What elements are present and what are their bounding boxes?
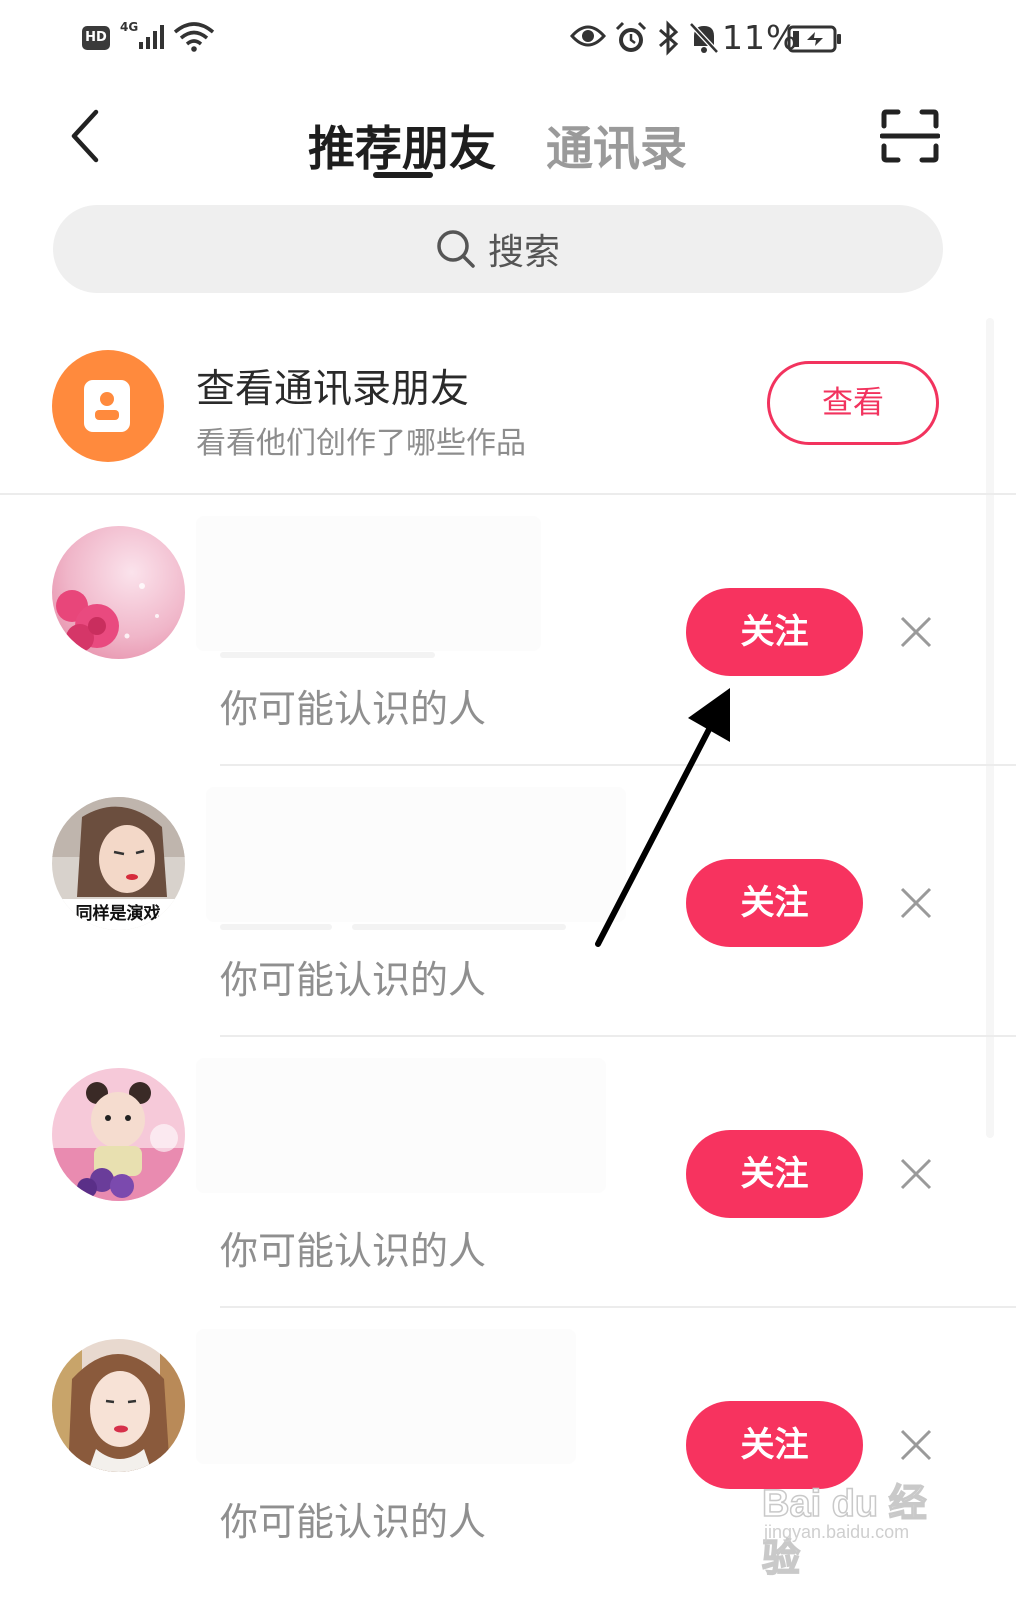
search-placeholder: 搜索 (487, 232, 560, 273)
divider (220, 1306, 1016, 1308)
avatar[interactable] (52, 526, 185, 659)
avatar-caption: 同样是演戏 (76, 903, 161, 924)
view-contacts-button[interactable]: 查看 (767, 361, 939, 445)
mute-bell-icon (689, 22, 719, 54)
search-inner: 搜索 (53, 205, 943, 293)
search-icon (437, 230, 475, 268)
suggestion-reason: 你可能认识的人 (220, 687, 487, 731)
contacts-title: 查看通讯录朋友 (196, 367, 470, 412)
chevron-left-icon[interactable] (62, 106, 112, 166)
contacts-subtitle: 看看他们创作了哪些作品 (196, 426, 526, 461)
follow-button[interactable]: 关注 (686, 1130, 863, 1218)
network-type-label: 4G (120, 20, 139, 34)
close-icon[interactable] (898, 1156, 934, 1192)
close-icon[interactable] (898, 885, 934, 921)
list-item[interactable]: 你可能认识的人 关注 (0, 1038, 1016, 1308)
avatar[interactable] (52, 1068, 185, 1201)
avatar[interactable]: 同样是演戏 (52, 797, 185, 930)
list-item[interactable]: 同样是演戏 你可能认识的人 关注 (0, 767, 1016, 1037)
wifi-icon (173, 22, 215, 52)
contact-book-icon (52, 350, 164, 462)
follow-button[interactable]: 关注 (686, 859, 863, 947)
avatar[interactable] (52, 1339, 185, 1472)
tab-recommended-friends[interactable]: 推荐朋友 (308, 110, 496, 179)
suggestion-reason: 你可能认识的人 (220, 1500, 487, 1544)
search-input[interactable]: 搜索 (53, 205, 943, 293)
scan-frame-icon[interactable] (880, 108, 940, 164)
username-redacted (196, 516, 541, 651)
follow-button[interactable]: 关注 (686, 588, 863, 676)
redaction-bar (352, 924, 566, 930)
status-bar: HD 4G 11% (0, 0, 1016, 80)
eye-icon (570, 25, 606, 47)
list-item[interactable]: 你可能认识的人 关注 (0, 496, 1016, 766)
tab-contacts[interactable]: 通讯录 (546, 110, 687, 179)
close-icon[interactable] (898, 614, 934, 650)
active-tab-indicator (373, 172, 433, 178)
battery-charging-icon (787, 25, 841, 53)
divider (220, 1035, 1016, 1037)
baidu-watermark-logo: Bai du 经验 jingyan.baidu.com (761, 1464, 962, 1581)
redaction-bar (220, 924, 332, 930)
username-redacted (196, 1058, 606, 1193)
redaction-bar (220, 652, 435, 658)
close-icon[interactable] (898, 1427, 934, 1463)
bluetooth-icon (659, 20, 679, 56)
hd-badge: HD (82, 26, 110, 50)
watermark-url: jingyan.baidu.com (764, 1522, 910, 1542)
suggestion-reason: 你可能认识的人 (220, 958, 487, 1002)
signal-icon (139, 25, 164, 49)
contacts-entry[interactable]: 查看通讯录朋友 看看他们创作了哪些作品 查看 (0, 318, 1016, 493)
username-redacted (196, 1329, 576, 1464)
suggestion-reason: 你可能认识的人 (220, 1229, 487, 1273)
top-navigation: 推荐朋友 通讯录 (0, 90, 1016, 190)
username-redacted (206, 787, 626, 922)
alarm-icon (615, 21, 647, 52)
divider (0, 493, 1016, 495)
divider (220, 764, 1016, 766)
